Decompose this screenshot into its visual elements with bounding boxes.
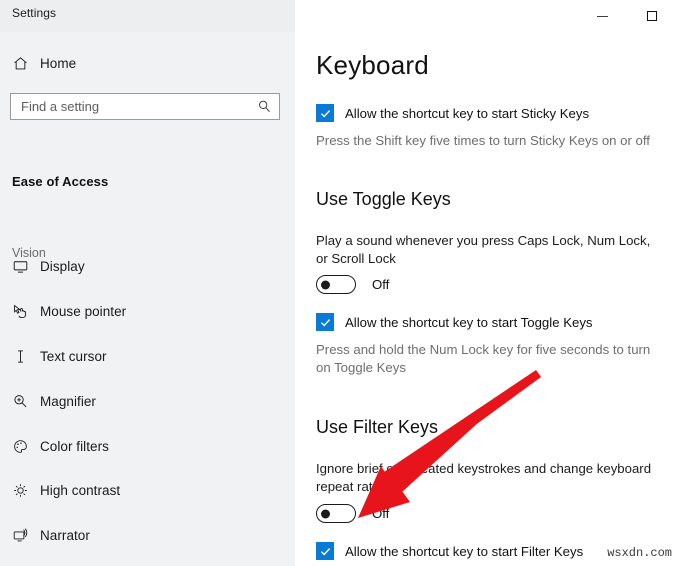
- brightness-icon: [0, 482, 40, 499]
- minimize-icon: [596, 15, 608, 17]
- maximize-button[interactable]: [642, 6, 662, 26]
- sidebar-item-label-magnifier: Magnifier: [40, 393, 96, 409]
- filter-keys-state-label: Off: [372, 506, 390, 521]
- toggle-knob: [321, 280, 330, 289]
- sidebar-item-label-color-filters: Color filters: [40, 438, 109, 454]
- magnifier-plus-icon: [0, 393, 40, 410]
- toggle-knob: [321, 509, 330, 518]
- home-icon: [0, 55, 40, 72]
- sidebar-section-title: Ease of Access: [12, 174, 109, 189]
- sidebar-item-high-contrast[interactable]: High contrast: [0, 473, 295, 507]
- checkbox-checked-icon[interactable]: [316, 313, 334, 331]
- main-content: Keyboard Allow the shortcut key to start…: [295, 32, 680, 566]
- sidebar-item-label-narrator: Narrator: [40, 527, 90, 543]
- checkbox-checked-icon[interactable]: [316, 542, 334, 560]
- sidebar-item-mouse-pointer[interactable]: Mouse pointer: [0, 294, 295, 328]
- window-controls: [592, 0, 662, 32]
- filter-keys-heading: Use Filter Keys: [316, 417, 439, 437]
- filter-keys-shortcut-label: Allow the shortcut key to start Filter K…: [345, 543, 584, 559]
- cursor-hand-icon: [0, 303, 40, 320]
- toggle-keys-shortcut-label: Allow the shortcut key to start Toggle K…: [345, 314, 593, 330]
- checkbox-checked-icon[interactable]: [316, 104, 334, 122]
- toggle-keys-description: Play a sound whenever you press Caps Loc…: [316, 233, 651, 266]
- sidebar-item-narrator[interactable]: Narrator: [0, 518, 295, 552]
- sidebar-item-home[interactable]: Home: [0, 46, 295, 80]
- toggle-keys-state-label: Off: [372, 277, 390, 292]
- monitor-icon: [0, 258, 40, 275]
- watermark: wsxdn.com: [607, 546, 672, 560]
- page-title: Keyboard: [316, 50, 429, 80]
- maximize-icon: [647, 11, 657, 21]
- toggle-keys-switch[interactable]: [316, 275, 356, 294]
- sidebar-item-label-home: Home: [40, 55, 77, 71]
- sidebar-item-display[interactable]: Display: [0, 249, 295, 283]
- sidebar-item-label-high-contrast: High contrast: [40, 482, 121, 498]
- sidebar-item-text-cursor[interactable]: Text cursor: [0, 339, 295, 373]
- toggle-keys-shortcut-checkbox-row[interactable]: Allow the shortcut key to start Toggle K…: [316, 313, 593, 331]
- minimize-button[interactable]: [592, 6, 612, 26]
- window-title: Settings: [12, 6, 57, 20]
- filter-keys-switch[interactable]: [316, 504, 356, 523]
- sidebar-item-label-text-cursor: Text cursor: [40, 348, 107, 364]
- window-titlebar: Settings: [0, 0, 680, 32]
- sticky-keys-shortcut-label: Allow the shortcut key to start Sticky K…: [345, 105, 590, 121]
- search-icon[interactable]: [249, 99, 279, 114]
- search-box[interactable]: [10, 93, 280, 120]
- sidebar-item-label-mouse-pointer: Mouse pointer: [40, 303, 127, 319]
- filter-keys-shortcut-checkbox-row[interactable]: Allow the shortcut key to start Filter K…: [316, 542, 583, 560]
- sidebar-item-label-display: Display: [40, 258, 85, 274]
- sidebar: Home Ease of Access Vision Display: [0, 32, 295, 566]
- search-input[interactable]: [11, 94, 249, 119]
- filter-keys-switch-row[interactable]: Off: [316, 504, 389, 523]
- toggle-keys-heading: Use Toggle Keys: [316, 189, 451, 209]
- filter-keys-description: Ignore brief or repeated keystrokes and …: [316, 461, 652, 494]
- text-cursor-icon: [0, 348, 40, 365]
- sticky-keys-shortcut-checkbox-row[interactable]: Allow the shortcut key to start Sticky K…: [316, 104, 589, 122]
- sticky-keys-hint: Press the Shift key five times to turn S…: [316, 133, 650, 148]
- sidebar-item-color-filters[interactable]: Color filters: [0, 429, 295, 463]
- toggle-keys-switch-row[interactable]: Off: [316, 275, 389, 294]
- sidebar-item-magnifier[interactable]: Magnifier: [0, 384, 295, 418]
- narrator-icon: [0, 527, 40, 544]
- settings-window: Settings Home Find a setting Ease of Acc…: [0, 0, 680, 566]
- palette-icon: [0, 438, 40, 455]
- toggle-keys-hint: Press and hold the Num Lock key for five…: [316, 342, 651, 375]
